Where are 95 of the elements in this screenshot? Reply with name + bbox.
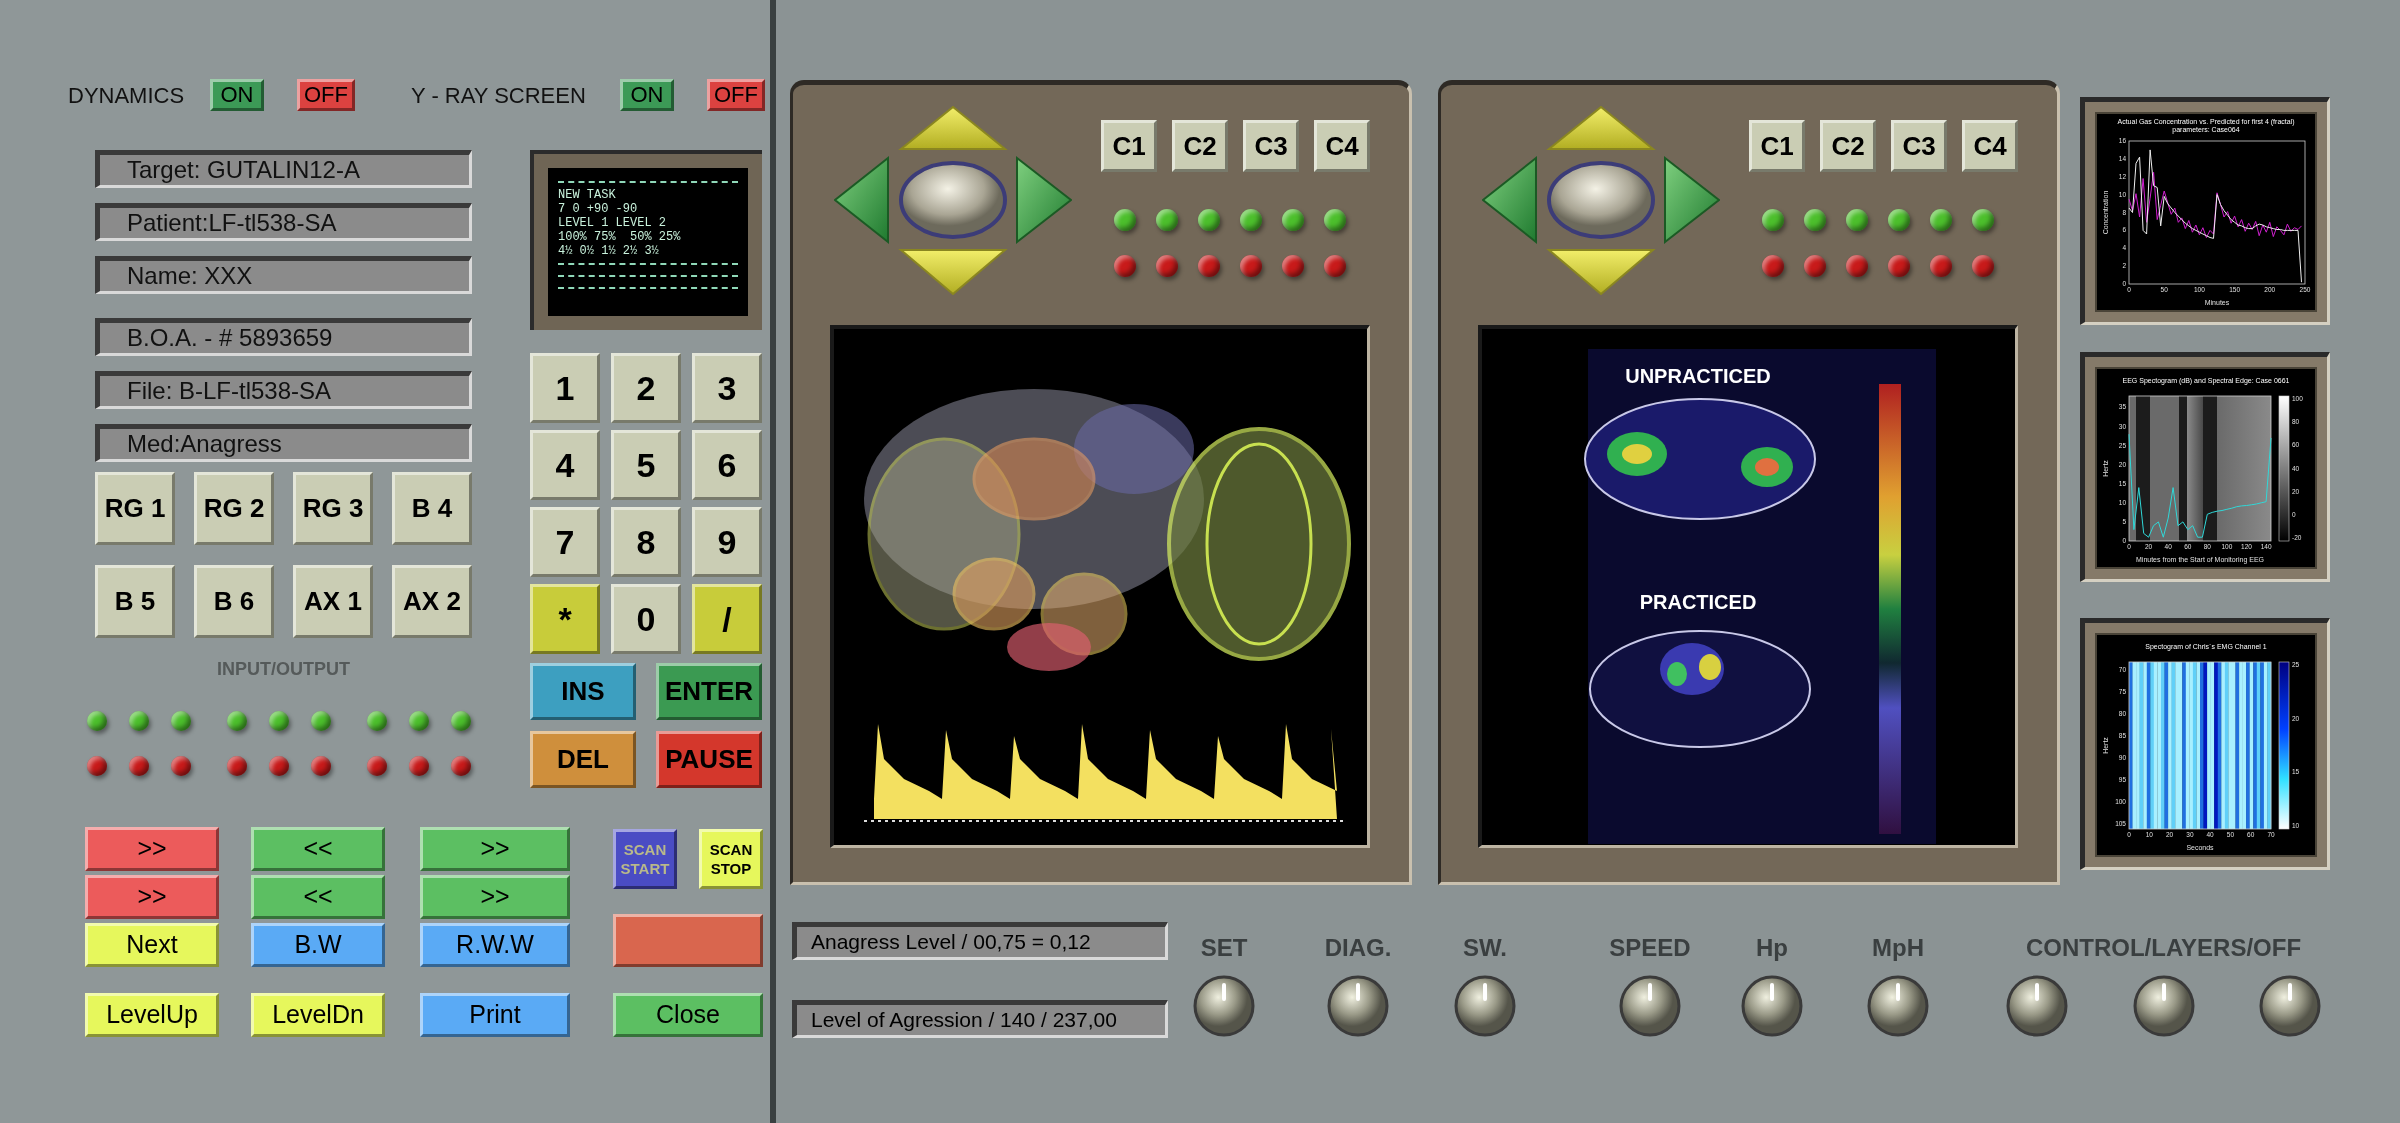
- channel-button[interactable]: C1: [1101, 120, 1157, 172]
- scan-button[interactable]: SCAN STOP: [699, 829, 763, 889]
- knob-label: MpH: [1872, 933, 1924, 963]
- knob[interactable]: [1619, 975, 1681, 1037]
- toggle-button[interactable]: OFF: [297, 79, 355, 111]
- toggle-button[interactable]: ON: [620, 79, 674, 111]
- up-arrow-button[interactable]: [898, 106, 1008, 150]
- control-button[interactable]: >>: [420, 875, 570, 919]
- screen-text: LEVEL 1 LEVEL 2: [558, 216, 668, 230]
- knob[interactable]: [1867, 975, 1929, 1037]
- edit-button[interactable]: INS: [530, 663, 636, 720]
- info-display: Target: GUTALIN12-A: [95, 150, 472, 188]
- down-arrow-button[interactable]: [898, 249, 1008, 295]
- keypad-key[interactable]: 8: [611, 507, 681, 577]
- down-arrow-button[interactable]: [1546, 249, 1656, 295]
- control-button[interactable]: >>: [85, 875, 219, 919]
- function-button[interactable]: RG 2: [194, 472, 274, 545]
- keypad-key[interactable]: *: [530, 584, 600, 654]
- knob[interactable]: [1741, 975, 1803, 1037]
- edit-button[interactable]: DEL: [530, 731, 636, 788]
- up-arrow-button[interactable]: [1546, 106, 1656, 150]
- channel-button[interactable]: C1: [1749, 120, 1805, 172]
- channel-button[interactable]: C3: [1243, 120, 1299, 172]
- keypad-key[interactable]: /: [692, 584, 762, 654]
- left-arrow-button[interactable]: [834, 155, 889, 245]
- control-button[interactable]: LevelDn: [251, 993, 385, 1037]
- center-button[interactable]: [1547, 161, 1655, 239]
- right-arrow-button[interactable]: [1016, 155, 1072, 245]
- knob[interactable]: [2006, 975, 2068, 1037]
- keypad-key[interactable]: 9: [692, 507, 762, 577]
- knob[interactable]: [1327, 975, 1389, 1037]
- knob-label: Hp: [1756, 933, 1788, 963]
- section-label: INPUT/OUTPUT: [216, 658, 351, 681]
- function-button[interactable]: B 4: [392, 472, 472, 545]
- close-button[interactable]: Close: [613, 993, 763, 1037]
- info-display: B.O.A. - # 5893659: [95, 318, 472, 356]
- left-arrow-button[interactable]: [1482, 155, 1537, 245]
- control-button[interactable]: Next: [85, 923, 219, 967]
- control-button[interactable]: >>: [85, 827, 219, 871]
- keypad-key[interactable]: 1: [530, 353, 600, 423]
- info-display: Med:Anagress: [95, 424, 472, 462]
- setting-label: DYNAMICS: [68, 81, 186, 110]
- keypad-key[interactable]: 3: [692, 353, 762, 423]
- knob[interactable]: [2259, 975, 2321, 1037]
- control-button[interactable]: <<: [251, 875, 385, 919]
- readout-display: Level of Agression / 140 / 237,00: [792, 1000, 1168, 1038]
- function-button[interactable]: RG 1: [95, 472, 175, 545]
- edit-button[interactable]: ENTER: [656, 663, 762, 720]
- right-arrow-button[interactable]: [1664, 155, 1720, 245]
- channel-button[interactable]: C4: [1962, 120, 2018, 172]
- function-button[interactable]: B 5: [95, 565, 175, 638]
- screen-text: 7 0 +90 -90: [558, 202, 639, 216]
- toggle-button[interactable]: OFF: [707, 79, 765, 111]
- function-button[interactable]: AX 2: [392, 565, 472, 638]
- channel-button[interactable]: C2: [1820, 120, 1876, 172]
- keypad-key[interactable]: 7: [530, 507, 600, 577]
- setting-label: Y - RAY SCREEN: [411, 81, 587, 110]
- control-button[interactable]: R.W.W: [420, 923, 570, 967]
- function-button[interactable]: RG 3: [293, 472, 373, 545]
- info-display: Name: XXX: [95, 256, 472, 294]
- keypad-key[interactable]: 0: [611, 584, 681, 654]
- image-caption: UNPRACTICED: [1625, 364, 1771, 389]
- knob-label: DIAG.: [1324, 933, 1392, 963]
- control-button[interactable]: LevelUp: [85, 993, 219, 1037]
- keypad-key[interactable]: 5: [611, 430, 681, 500]
- knob-label: CONTROL/LAYERS/OFF: [2025, 933, 2302, 963]
- control-button[interactable]: <<: [251, 827, 385, 871]
- control-button[interactable]: Print: [420, 993, 570, 1037]
- blank-button[interactable]: [613, 914, 763, 967]
- keypad-key[interactable]: 6: [692, 430, 762, 500]
- knob-label: SPEED: [1609, 933, 1691, 963]
- readout-display: Anagress Level / 00,75 = 0,12: [792, 922, 1168, 960]
- knob[interactable]: [1193, 975, 1255, 1037]
- channel-button[interactable]: C4: [1314, 120, 1370, 172]
- image-caption: PRACTICED: [1639, 590, 1757, 615]
- knob[interactable]: [2132, 975, 2195, 1037]
- toggle-button[interactable]: ON: [210, 79, 264, 111]
- keypad-key[interactable]: 4: [530, 430, 600, 500]
- info-display: File: B-LF-tl538-SA: [95, 371, 472, 409]
- edit-button[interactable]: PAUSE: [656, 731, 762, 788]
- control-button[interactable]: >>: [420, 827, 570, 871]
- screen-text: 4½ 0½ 1½ 2½ 3½: [558, 244, 660, 258]
- screen-text: NEW TASK: [558, 188, 617, 202]
- knob[interactable]: [1454, 975, 1516, 1037]
- info-display: Patient:LF-tl538-SA: [95, 203, 472, 241]
- screen-text: 100% 75% 50% 25%: [558, 230, 682, 244]
- function-button[interactable]: AX 1: [293, 565, 373, 638]
- channel-button[interactable]: C3: [1891, 120, 1947, 172]
- function-button[interactable]: B 6: [194, 565, 274, 638]
- channel-button[interactable]: C2: [1172, 120, 1228, 172]
- keypad-key[interactable]: 2: [611, 353, 681, 423]
- control-button[interactable]: B.W: [251, 923, 385, 967]
- knob-label: SET: [1200, 933, 1248, 963]
- knob-label: SW.: [1463, 933, 1507, 963]
- center-button[interactable]: [899, 161, 1007, 239]
